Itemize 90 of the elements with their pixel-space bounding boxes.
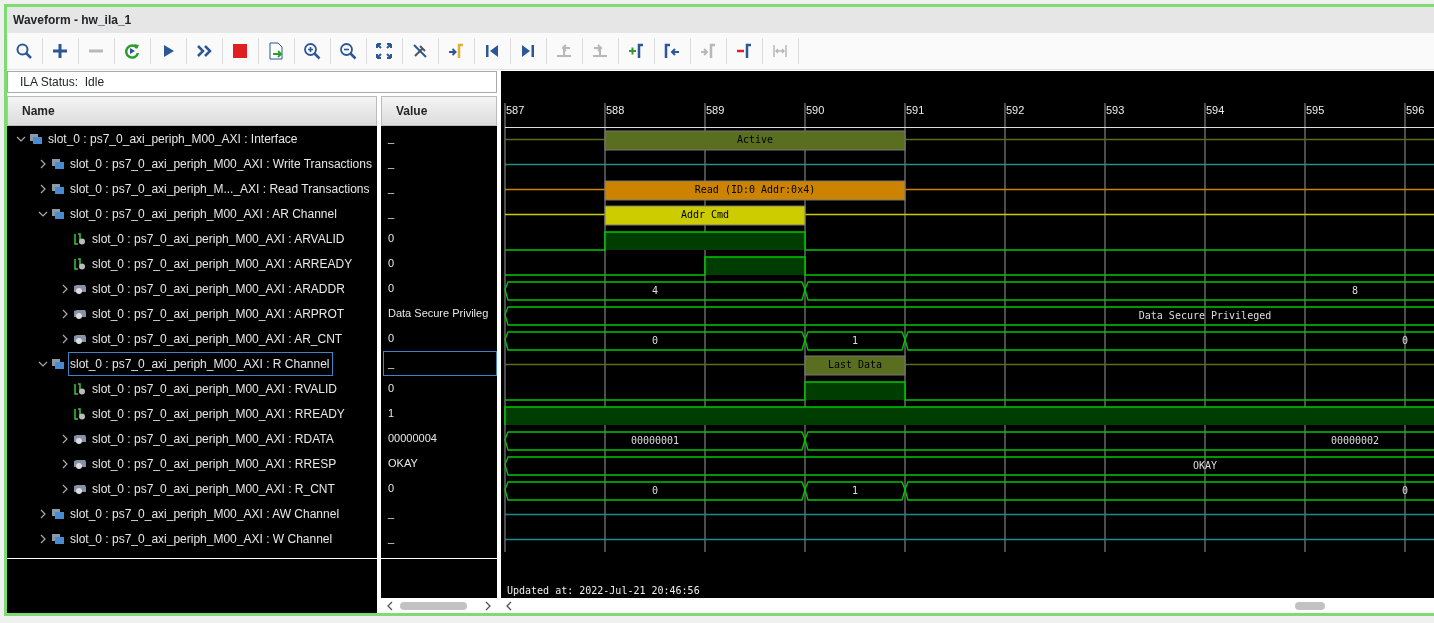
group-icon: [51, 207, 65, 220]
bit-signal-icon: [73, 257, 87, 270]
signal-value: Data Secure Privileg: [387, 306, 490, 322]
signal-name[interactable]: slot_0 : ps7_0_axi_periph_M00_AXI : ARREADY: [90, 251, 356, 276]
signal-value: _: [387, 131, 396, 147]
bus-value: 0: [1402, 484, 1408, 496]
signal-name[interactable]: slot_0 : ps7_0_axi_periph_M00_AXI : RVALID: [90, 376, 341, 401]
scrollbar-thumb[interactable]: [1295, 601, 1325, 610]
scroll-left-icon[interactable]: [385, 600, 395, 611]
signal-name[interactable]: slot_0 : ps7_0_axi_periph_M00_AXI : ARADDR: [90, 276, 348, 301]
bus-value: 0: [652, 334, 658, 346]
signal-name[interactable]: slot_0 : ps7_0_axi_periph_M00_AXI : Interface: [46, 126, 301, 151]
signal-value: 0: [387, 281, 396, 297]
window-title: Waveform - hw_ila_1: [13, 12, 132, 29]
bar-label: Read (ID:0 Addr:0x4): [694, 183, 816, 195]
bar-label: Last Data: [827, 358, 883, 370]
time-label: 590: [806, 104, 825, 116]
signal-name[interactable]: slot_0 : ps7_0_axi_periph_M00_AXI : R_CNT: [90, 476, 338, 501]
scrollbar-thumb[interactable]: [400, 601, 467, 610]
time-label: 594: [1206, 104, 1225, 116]
signal-name[interactable]: slot_0 : ps7_0_axi_periph_M00_AXI : AR Channel: [68, 201, 340, 226]
time-label: 595: [1306, 104, 1325, 116]
signal-value: 0: [387, 331, 396, 347]
group-icon: [29, 132, 43, 145]
time-label: 588: [606, 104, 625, 116]
signal-value: _: [387, 531, 396, 547]
bus-signal-icon: [73, 457, 87, 470]
bit-signal-icon: [73, 232, 87, 245]
signal-value: _: [387, 181, 396, 197]
signal-name[interactable]: slot_0 : ps7_0_axi_periph_M00_AXI : AW Channel: [68, 501, 343, 526]
signal-name[interactable]: slot_0 : ps7_0_axi_periph_M00_AXI : RDATA: [90, 426, 337, 451]
signal-value: 0: [387, 256, 396, 272]
signal-name[interactable]: slot_0 : ps7_0_axi_periph_M00_AXI : RRESP: [90, 451, 340, 476]
scroll-right-icon[interactable]: [483, 600, 493, 611]
bus-value: 00000001: [630, 434, 680, 446]
signal-name[interactable]: slot_0 : ps7_0_axi_periph_M00_AXI : ARPROT: [90, 301, 348, 326]
bus-value: 1: [852, 484, 858, 496]
group-icon: [51, 507, 65, 520]
bus-value: 0: [1402, 334, 1408, 346]
bit-signal-icon: [73, 382, 87, 395]
time-label: 591: [906, 104, 925, 116]
status-field: ILA Status: Idle: [7, 71, 497, 93]
signal-value: 1: [387, 406, 396, 422]
group-icon: [51, 532, 65, 545]
signal-value: 0: [387, 381, 396, 397]
signal-value: _: [387, 506, 396, 522]
group-icon: [51, 182, 65, 195]
time-label: 592: [1006, 104, 1025, 116]
bus-value: Data Secure Privileged: [1138, 309, 1272, 321]
signal-value: _: [387, 156, 396, 172]
time-label: 593: [1106, 104, 1125, 116]
column-header[interactable]: Value: [381, 96, 497, 126]
bar-label: Addr Cmd: [680, 208, 730, 220]
transaction-bar[interactable]: [604, 205, 806, 226]
signal-name[interactable]: slot_0 : ps7_0_axi_periph_M00_AXI : W Channel: [68, 526, 336, 551]
bar-label: Active: [736, 133, 774, 145]
bus-signal-icon: [73, 307, 87, 320]
signal-name[interactable]: slot_0 : ps7_0_axi_periph_M00_AXI : R Channel: [68, 351, 333, 376]
signal-value: _: [387, 206, 396, 222]
bus-value: 8: [1352, 284, 1358, 296]
signal-name[interactable]: slot_0 : ps7_0_axi_periph_M00_AXI : RREADY: [90, 401, 348, 426]
bus-value: 00000002: [1330, 434, 1380, 446]
signal-name[interactable]: slot_0 : ps7_0_axi_periph_M00_AXI : Write Transactions: [68, 151, 375, 176]
signal-name[interactable]: slot_0 : ps7_0_axi_periph_M..._AXI : Read Transactions: [68, 176, 373, 201]
column-header[interactable]: Name: [7, 96, 377, 126]
bus-signal-icon: [73, 432, 87, 445]
bus-value: 0: [652, 484, 658, 496]
time-label: 596: [1406, 104, 1425, 116]
group-icon: [51, 357, 65, 370]
transaction-bar[interactable]: [804, 355, 906, 376]
bus-signal-icon: [73, 282, 87, 295]
signal-value: _: [383, 351, 497, 376]
bus-signal-icon: [73, 332, 87, 345]
bit-signal-icon: [73, 407, 87, 420]
signal-name[interactable]: slot_0 : ps7_0_axi_periph_M00_AXI : AR_CNT: [90, 326, 346, 351]
group-icon: [51, 157, 65, 170]
bus-value: 4: [652, 284, 658, 296]
bus-signal-icon: [73, 482, 87, 495]
bus-value: 1: [852, 334, 858, 346]
signal-value: 00000004: [387, 431, 438, 447]
transaction-bar[interactable]: [604, 180, 906, 201]
time-label: 587: [506, 104, 525, 116]
signal-value: 0: [387, 481, 396, 497]
bus-value: OKAY: [1192, 459, 1218, 471]
signal-value: OKAY: [387, 456, 419, 472]
scroll-left-icon[interactable]: [504, 600, 514, 611]
update-timestamp: Updated at: 2022-Jul-21 20:46:56: [507, 585, 700, 596]
signal-value: 0: [387, 231, 396, 247]
time-label: 589: [706, 104, 725, 116]
signal-name[interactable]: slot_0 : ps7_0_axi_periph_M00_AXI : ARVALID: [90, 226, 348, 251]
